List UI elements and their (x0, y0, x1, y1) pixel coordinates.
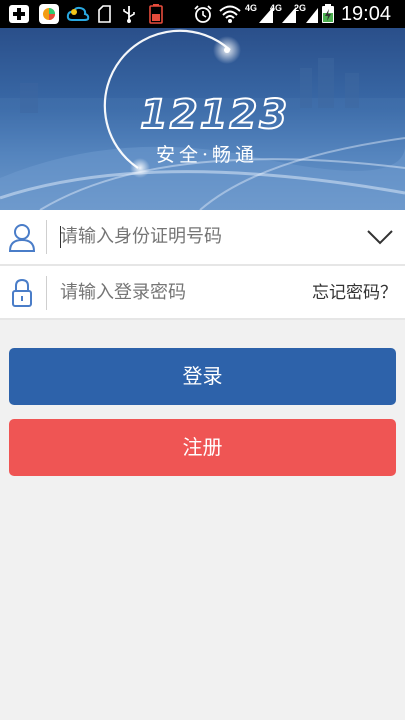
alarm-icon (194, 5, 212, 23)
forgot-password-link[interactable]: 忘记密码？ (312, 266, 397, 320)
app-icon (39, 4, 59, 24)
login-button[interactable]: 登录 (9, 348, 396, 405)
usb-icon (123, 6, 135, 23)
field-separator (46, 220, 47, 254)
login-form: 忘记密码？ (0, 210, 405, 320)
wifi-icon (219, 5, 241, 23)
id-number-input[interactable] (60, 210, 300, 264)
chevron-down-icon[interactable] (366, 226, 394, 248)
status-bar: 4G 4G 2G 19:04 (0, 0, 405, 28)
cloud-icon (66, 6, 90, 21)
clock: 19:04 (340, 3, 391, 25)
network-type-label: 4G (245, 3, 258, 13)
password-input[interactable] (60, 266, 300, 320)
password-row: 忘记密码？ (0, 266, 405, 320)
add-icon (9, 5, 29, 23)
signal-icon (306, 8, 318, 23)
user-icon (8, 224, 36, 252)
app-slogan: 安全·畅通 (156, 144, 259, 166)
register-button[interactable]: 注册 (9, 419, 396, 476)
lock-icon (12, 278, 32, 307)
form-bottom-border (0, 318, 405, 320)
battery-charging-icon (322, 4, 334, 23)
folder-icon (98, 5, 111, 23)
id-row (0, 210, 405, 264)
field-separator (46, 276, 47, 310)
battery-low-icon (149, 4, 163, 24)
app-logo-text: 12123 (139, 91, 290, 139)
text-cursor (60, 226, 61, 248)
hero-banner: 12123 安全·畅通 (0, 28, 405, 210)
